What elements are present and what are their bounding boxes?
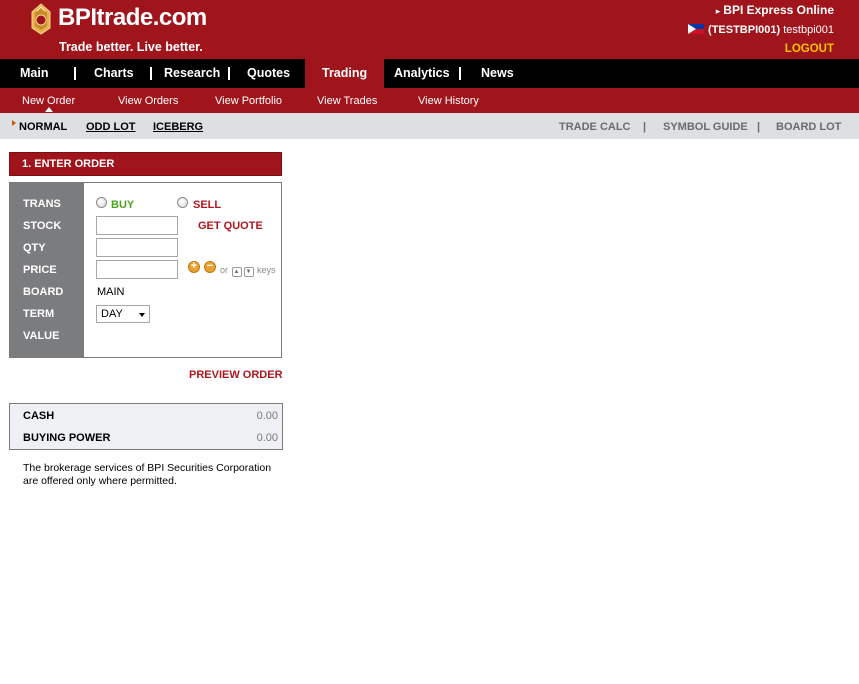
board-lot-link[interactable]: BOARD LOT — [776, 121, 841, 133]
subnav-view-trades[interactable]: View Trades — [317, 95, 377, 107]
philippine-flag-icon — [688, 24, 705, 34]
order-type-odd-lot[interactable]: ODD LOT — [86, 121, 136, 133]
order-form: TRANS STOCK QTY PRICE BOARD TERM VALUE B… — [9, 182, 282, 358]
board-label: BOARD — [23, 286, 64, 298]
subnav-view-history[interactable]: View History — [418, 95, 479, 107]
nav-quotes[interactable]: Quotes — [247, 59, 290, 88]
nav-charts[interactable]: Charts — [94, 59, 134, 88]
term-select[interactable]: DAY — [96, 305, 150, 323]
arrow-keys-hint: or ▲ ▼ keys — [220, 265, 276, 277]
user-code: (TESTBPI001) — [708, 24, 781, 36]
active-subnav-pointer-icon — [45, 107, 53, 112]
main-nav: Main Charts Research Quotes Trading Anal… — [0, 59, 859, 88]
keys-or-text: or — [220, 265, 229, 275]
tagline: Trade better. Live better. — [59, 40, 203, 54]
stock-label: STOCK — [23, 220, 62, 232]
get-quote-link[interactable]: GET QUOTE — [198, 220, 263, 232]
up-key-icon: ▲ — [231, 267, 242, 277]
symbol-guide-link[interactable]: SYMBOL GUIDE — [663, 121, 748, 133]
logout-link[interactable]: LOGOUT — [785, 43, 834, 55]
trans-label: TRANS — [23, 198, 61, 210]
nav-main[interactable]: Main — [20, 59, 48, 88]
account-summary: CASH 0.00 BUYING POWER 0.00 — [9, 403, 283, 450]
sell-label[interactable]: SELL — [193, 199, 221, 211]
bpi-express-label: BPI Express Online — [723, 3, 834, 17]
buying-power-value: 0.00 — [256, 432, 278, 444]
arrow-right-icon: ▸ — [715, 6, 721, 16]
subnav-view-orders[interactable]: View Orders — [118, 95, 178, 107]
cash-value: 0.00 — [256, 410, 278, 422]
price-label: PRICE — [23, 264, 57, 276]
nav-news[interactable]: News — [481, 59, 514, 88]
buy-radio[interactable] — [96, 197, 107, 208]
cash-label: CASH — [23, 410, 55, 422]
sub-nav: New Order View Orders View Portfolio Vie… — [0, 88, 859, 113]
brand-name[interactable]: BPItrade.com — [58, 4, 207, 32]
active-order-type-arrow-icon — [12, 120, 16, 126]
qty-label: QTY — [23, 242, 46, 254]
value-label: VALUE — [23, 330, 60, 342]
tools-separator: | — [757, 121, 761, 133]
bpi-logo-icon — [31, 3, 51, 35]
price-increment-icon[interactable]: + — [188, 261, 200, 273]
down-key-icon: ▼ — [243, 267, 254, 277]
term-label: TERM — [23, 308, 55, 320]
nav-separator — [74, 67, 76, 80]
bpi-express-link[interactable]: ▸ BPI Express Online — [716, 3, 834, 17]
nav-research[interactable]: Research — [164, 59, 220, 88]
nav-separator — [228, 67, 230, 80]
nav-analytics[interactable]: Analytics — [394, 59, 450, 88]
nav-separator — [459, 67, 461, 80]
sell-radio[interactable] — [177, 197, 188, 208]
stock-input[interactable] — [96, 216, 178, 235]
trade-calc-link[interactable]: TRADE CALC — [559, 121, 631, 133]
chevron-down-icon — [139, 313, 145, 317]
user-name: testbpi001 — [783, 24, 834, 36]
user-info: (TESTBPI001) testbpi001 — [688, 24, 834, 36]
order-type-iceberg[interactable]: ICEBERG — [153, 121, 203, 133]
nav-separator — [150, 67, 152, 80]
buy-label[interactable]: BUY — [111, 199, 134, 211]
disclaimer-text: The brokerage services of BPI Securities… — [23, 462, 272, 487]
buying-power-label: BUYING POWER — [23, 432, 111, 444]
board-value: MAIN — [97, 286, 125, 298]
tools-separator: | — [643, 121, 647, 133]
subnav-view-portfolio[interactable]: View Portfolio — [215, 95, 282, 107]
price-decrement-icon[interactable]: − — [204, 261, 216, 273]
keys-text: keys — [257, 265, 276, 275]
subnav-new-order[interactable]: New Order — [22, 95, 75, 107]
order-type-nav: NORMAL ODD LOT ICEBERG TRADE CALC | SYMB… — [0, 113, 859, 139]
header: BPItrade.com Trade better. Live better. … — [0, 0, 859, 59]
nav-trading[interactable]: Trading — [322, 59, 367, 88]
term-selected-value: DAY — [101, 308, 123, 320]
enter-order-title: 1. ENTER ORDER — [9, 152, 282, 176]
qty-input[interactable] — [96, 238, 178, 257]
price-input[interactable] — [96, 260, 178, 279]
order-type-normal[interactable]: NORMAL — [19, 121, 67, 133]
preview-order-button[interactable]: PREVIEW ORDER — [189, 369, 283, 381]
